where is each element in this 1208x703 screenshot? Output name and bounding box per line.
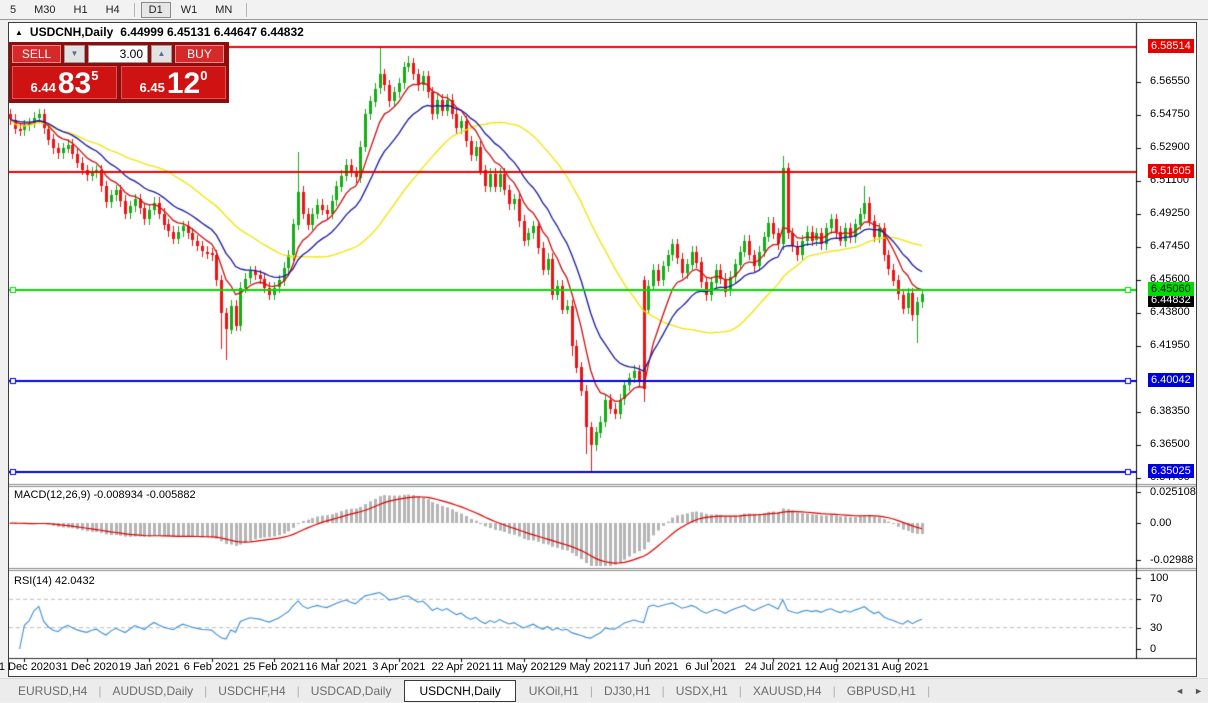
tab-eurusd[interactable]: EURUSD,H4 (8, 682, 97, 700)
buy-price-base: 6.45 (140, 80, 165, 95)
one-click-trade-panel: SELL ▼ ▲ BUY 6.44 83 5 6.45 12 0 (9, 42, 229, 103)
price-tick-label: 6.41950 (1150, 339, 1190, 351)
toolbar-separator (246, 3, 247, 17)
rsi-label: RSI(14) 42.0432 (14, 575, 95, 587)
tab-separator: | (927, 684, 930, 698)
sell-price-point: 5 (91, 68, 98, 83)
tab-scroll-left-icon[interactable]: ◄ (1175, 686, 1184, 696)
price-tick-label: 6.36500 (1150, 438, 1190, 450)
tab-gbpusd[interactable]: GBPUSD,H1 (837, 682, 926, 700)
tab-separator: | (833, 684, 836, 698)
price-tick-label: 6.43800 (1150, 306, 1190, 318)
tab-separator: | (297, 684, 300, 698)
sell-button[interactable]: SELL (12, 45, 61, 63)
tab-usdchf[interactable]: USDCHF,H4 (208, 682, 295, 700)
macd-tick-label: 0.025108 (1150, 486, 1196, 498)
price-level-label: 6.40042 (1148, 373, 1194, 387)
price-tick-label: 6.38350 (1150, 405, 1190, 417)
chart-tabs: EURUSD,H4|AUDUSD,Daily|USDCHF,H4|USDCAD,… (8, 680, 931, 702)
tab-separator: | (204, 684, 207, 698)
timeframe-toolbar: 5M30H1H4 D1W1MN (0, 0, 1208, 20)
tab-separator: | (98, 684, 101, 698)
timeframe-d1[interactable]: D1 (141, 2, 171, 18)
date-label: 11 Dec 2020 (0, 661, 55, 673)
tab-usdcnh[interactable]: USDCNH,Daily (404, 680, 515, 702)
rsi-tick-label: 100 (1150, 572, 1168, 584)
chart-ohlc-values: 6.44999 6.45131 6.44647 6.44832 (120, 25, 304, 39)
date-label: 6 Feb 2021 (184, 661, 240, 673)
tab-separator: | (590, 684, 593, 698)
timeframe-h4[interactable]: H4 (98, 2, 128, 18)
price-tick-label: 6.56550 (1150, 75, 1190, 87)
date-label: 11 May 2021 (492, 661, 555, 673)
buy-price-pips: 12 (167, 70, 200, 97)
timeframe-h1[interactable]: H1 (66, 2, 96, 18)
date-label: 22 Apr 2021 (432, 661, 491, 673)
tab-audusd[interactable]: AUDUSD,Daily (102, 682, 203, 700)
sell-price-base: 6.44 (31, 80, 56, 95)
date-label: 6 Jul 2021 (685, 661, 736, 673)
date-label: 3 Apr 2021 (372, 661, 425, 673)
date-label: 31 Aug 2021 (867, 661, 929, 673)
tab-separator: | (662, 684, 665, 698)
price-level-label: 6.35025 (1148, 464, 1194, 478)
price-axis[interactable]: 6.565506.547506.529006.511006.492506.474… (1141, 23, 1196, 659)
chart-tab-bar: EURUSD,H4|AUDUSD,Daily|USDCHF,H4|USDCAD,… (0, 678, 1208, 702)
tab-scroll-arrows: ◄ ► (1175, 686, 1203, 696)
price-tick-label: 6.52900 (1150, 141, 1190, 153)
price-level-label: 6.51605 (1148, 164, 1194, 178)
toolbar-separator (134, 3, 135, 17)
volume-increase-button[interactable]: ▲ (151, 45, 172, 63)
price-level-label: 6.58514 (1148, 39, 1194, 53)
timeframe-w1[interactable]: W1 (173, 2, 206, 18)
timeframe-m30[interactable]: M30 (26, 2, 63, 18)
timeframe-5[interactable]: 5 (2, 2, 24, 18)
timeframe-mn[interactable]: MN (207, 2, 240, 18)
price-level-label: 6.45060 (1148, 282, 1194, 296)
price-tick-label: 6.49250 (1150, 207, 1190, 219)
date-label: 25 Feb 2021 (243, 661, 305, 673)
volume-input[interactable] (88, 45, 148, 63)
date-label: 17 Jun 2021 (618, 661, 679, 673)
macd-tick-label: -0.02988 (1150, 554, 1193, 566)
date-label: 12 Aug 2021 (805, 661, 867, 673)
tab-ukoil[interactable]: UKOil,H1 (519, 682, 589, 700)
chart-title: USDCNH,Daily (30, 25, 113, 39)
macd-label: MACD(12,26,9) -0.008934 -0.005882 (14, 489, 196, 501)
buy-button[interactable]: BUY (175, 45, 224, 63)
date-label: 29 May 2021 (554, 661, 618, 673)
date-label: 24 Jul 2021 (745, 661, 802, 673)
date-label: 31 Dec 2020 (56, 661, 118, 673)
tab-usdx[interactable]: USDX,H1 (666, 682, 738, 700)
rsi-tick-label: 70 (1150, 593, 1162, 605)
tab-separator: | (739, 684, 742, 698)
chart-header: ▲ USDCNH,Daily 6.44999 6.45131 6.44647 6… (15, 25, 304, 39)
date-label: 16 Mar 2021 (306, 661, 368, 673)
rsi-tick-label: 30 (1150, 622, 1162, 634)
rsi-tick-label: 0 (1150, 643, 1156, 655)
chart-canvas[interactable] (9, 23, 1196, 676)
buy-price-point: 0 (200, 68, 207, 83)
tab-usdcad[interactable]: USDCAD,Daily (301, 682, 402, 700)
buy-price-box[interactable]: 6.45 12 0 (121, 66, 226, 99)
sell-price-box[interactable]: 6.44 83 5 (12, 66, 117, 99)
tab-xauusd[interactable]: XAUUSD,H4 (743, 682, 832, 700)
price-tick-label: 6.47450 (1150, 240, 1190, 252)
tab-dj30[interactable]: DJ30,H1 (594, 682, 661, 700)
price-tick-label: 6.54750 (1150, 108, 1190, 120)
chart-window: ▲ USDCNH,Daily 6.44999 6.45131 6.44647 6… (8, 22, 1197, 677)
chart-title-arrow-icon: ▲ (15, 28, 23, 37)
time-axis[interactable]: 11 Dec 202031 Dec 202019 Jan 20216 Feb 2… (9, 660, 1136, 676)
sell-price-pips: 83 (58, 70, 91, 97)
mt4-terminal: { "toolbar":{"groups":[["5","M30","H1","… (0, 0, 1208, 703)
date-label: 19 Jan 2021 (119, 661, 180, 673)
tab-scroll-right-icon[interactable]: ► (1194, 686, 1203, 696)
macd-tick-label: 0.00 (1150, 517, 1171, 529)
volume-decrease-button[interactable]: ▼ (64, 45, 85, 63)
